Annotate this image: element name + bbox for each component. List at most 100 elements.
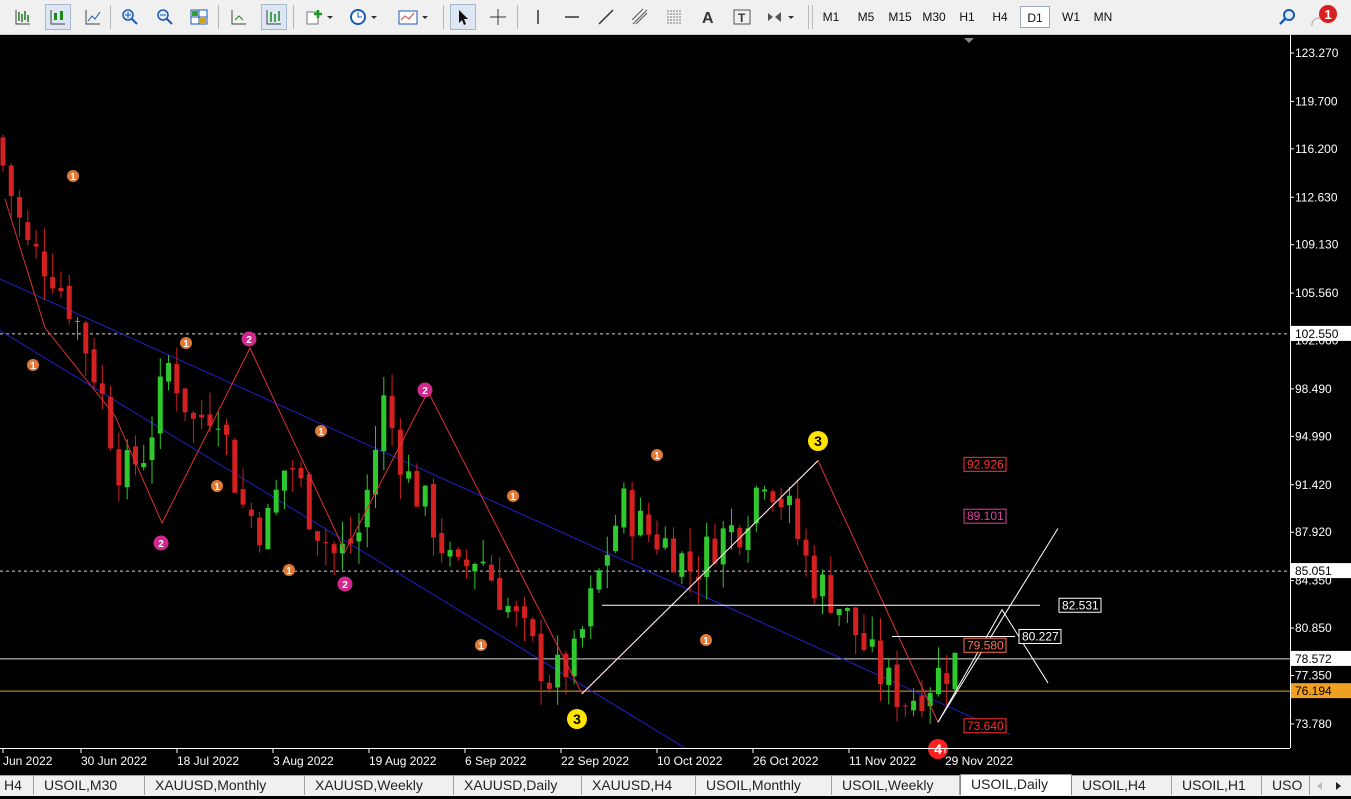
- candle-bear: [41, 251, 47, 277]
- candle-bear: [944, 673, 950, 684]
- candle-bull: [935, 667, 941, 695]
- candle-bull: [679, 553, 685, 577]
- level-label: 73.640: [967, 719, 1004, 733]
- timeframe-h1-button[interactable]: H1: [952, 6, 982, 28]
- timeframe-m5-button[interactable]: M5: [850, 6, 882, 28]
- candle-bear: [439, 533, 445, 554]
- candle-bull: [141, 463, 147, 468]
- candle-bull: [662, 538, 668, 548]
- price-tick-label: 112.630: [1295, 190, 1338, 204]
- date-label: 18 Jul 2022: [177, 754, 239, 768]
- indicators-dropdown-icon[interactable]: [302, 4, 338, 30]
- tab-usoil-m30[interactable]: USOIL,M30: [34, 776, 145, 795]
- candle-bull: [637, 510, 643, 536]
- price-tick-label: 98.490: [1295, 382, 1332, 396]
- tab-usoil-weekly[interactable]: USOIL,Weekly: [832, 776, 960, 795]
- price-marker-label: 78.572: [1295, 652, 1332, 666]
- tab-usoil-monthly[interactable]: USOIL,Monthly: [696, 776, 832, 795]
- zoom-in-icon[interactable]: [117, 4, 143, 30]
- timeframe-h4-button[interactable]: H4: [985, 6, 1015, 28]
- clock-dropdown-icon[interactable]: [346, 4, 382, 30]
- vertical-line-icon[interactable]: [525, 4, 551, 30]
- text-label-icon[interactable]: T: [729, 4, 755, 30]
- candle-bull: [75, 320, 81, 322]
- text-tool-icon[interactable]: A: [695, 4, 721, 30]
- tab-usoil-h4[interactable]: USOIL,H4: [1072, 776, 1172, 795]
- candle-bull: [149, 437, 155, 461]
- candle-bear: [397, 429, 403, 475]
- candle-bear: [58, 287, 64, 292]
- candlestick-icon[interactable]: [45, 4, 71, 30]
- price-tick-label: 77.350: [1295, 668, 1332, 682]
- tile-windows-icon[interactable]: [186, 4, 212, 30]
- candle-bear: [455, 549, 461, 557]
- price-chart[interactable]: 92.926 89.101 82.531 80.227 79.580 73.640 111…: [0, 35, 1351, 775]
- candle-bear: [687, 551, 693, 572]
- tab-usoil-daily[interactable]: USOIL,Daily: [960, 774, 1072, 795]
- candle-bear: [853, 607, 859, 636]
- cursor-icon[interactable]: [450, 4, 476, 30]
- wave-label: 1: [183, 339, 189, 350]
- equidistant-channel-icon[interactable]: [627, 4, 653, 30]
- fibonacci-icon[interactable]: [661, 4, 687, 30]
- templates-dropdown-icon[interactable]: [394, 4, 434, 30]
- candle-bear: [522, 606, 528, 619]
- candle-bear: [290, 467, 296, 470]
- wave-label: 3: [573, 711, 581, 727]
- auto-scroll-icon[interactable]: [261, 4, 287, 30]
- candle-bear: [323, 542, 329, 544]
- arrows-dropdown-icon[interactable]: [762, 4, 800, 30]
- candle-bull: [728, 525, 734, 533]
- trendline-icon[interactable]: [593, 4, 619, 30]
- candle-bull: [555, 654, 561, 688]
- candle-bear: [248, 509, 254, 517]
- price-tick-label: 73.780: [1295, 717, 1332, 731]
- price-tick-label: 119.700: [1295, 94, 1338, 108]
- candle-bear: [546, 682, 552, 689]
- candle-bear: [497, 578, 503, 610]
- candle-bull: [886, 667, 892, 685]
- tab-xauusd-h4[interactable]: XAUUSD,H4: [582, 776, 696, 795]
- date-label: 10 Oct 2022: [657, 754, 723, 768]
- tab-usoil-more[interactable]: USO: [1262, 776, 1310, 795]
- wave-label: 1: [214, 482, 220, 493]
- candle-bear: [25, 222, 31, 241]
- zoom-out-icon[interactable]: [152, 4, 178, 30]
- timeframe-w1-button[interactable]: W1: [1055, 6, 1087, 28]
- date-label: 26 Oct 2022: [753, 754, 819, 768]
- notifications-icon[interactable]: 1: [1308, 4, 1342, 30]
- candle-bull: [281, 470, 287, 491]
- search-icon[interactable]: [1274, 4, 1300, 30]
- chart-tabs: H4 USOIL,M30 XAUUSD,Monthly XAUUSD,Weekl…: [0, 774, 1351, 796]
- candle-bear: [902, 705, 908, 707]
- date-label: 19 Aug 2022: [369, 754, 437, 768]
- svg-text:T: T: [738, 11, 746, 25]
- candle-bull: [911, 700, 917, 711]
- candle-bear: [513, 606, 519, 612]
- candle-bull: [166, 362, 172, 382]
- line-chart-icon[interactable]: [80, 4, 106, 30]
- tab-h4[interactable]: H4: [0, 776, 34, 795]
- candle-bull: [621, 488, 627, 528]
- candle-bull: [613, 525, 619, 552]
- candle-bull: [786, 495, 792, 506]
- candle-bear: [108, 396, 114, 449]
- timeframe-m15-button[interactable]: M15: [883, 6, 917, 28]
- tab-scroll-arrows[interactable]: [1312, 778, 1348, 794]
- candle-bull: [720, 528, 726, 565]
- tab-usoil-h1[interactable]: USOIL,H1: [1172, 776, 1262, 795]
- timeframe-m30-button[interactable]: M30: [917, 6, 951, 28]
- chart-shift-icon[interactable]: [226, 4, 252, 30]
- horizontal-line-icon[interactable]: [559, 4, 585, 30]
- timeframe-m1-button[interactable]: M1: [816, 6, 846, 28]
- tab-xauusd-weekly[interactable]: XAUUSD,Weekly: [305, 776, 454, 795]
- tab-xauusd-daily[interactable]: XAUUSD,Daily: [454, 776, 582, 795]
- candle-bear: [174, 364, 180, 394]
- crosshair-icon[interactable]: [485, 4, 511, 30]
- timeframe-mn-button[interactable]: MN: [1088, 6, 1118, 28]
- candle-bear: [240, 489, 246, 505]
- tab-xauusd-monthly[interactable]: XAUUSD,Monthly: [145, 776, 305, 795]
- timeframe-d1-button[interactable]: D1: [1020, 6, 1050, 28]
- bar-chart-icon[interactable]: [10, 4, 36, 30]
- candle-bull: [505, 606, 511, 613]
